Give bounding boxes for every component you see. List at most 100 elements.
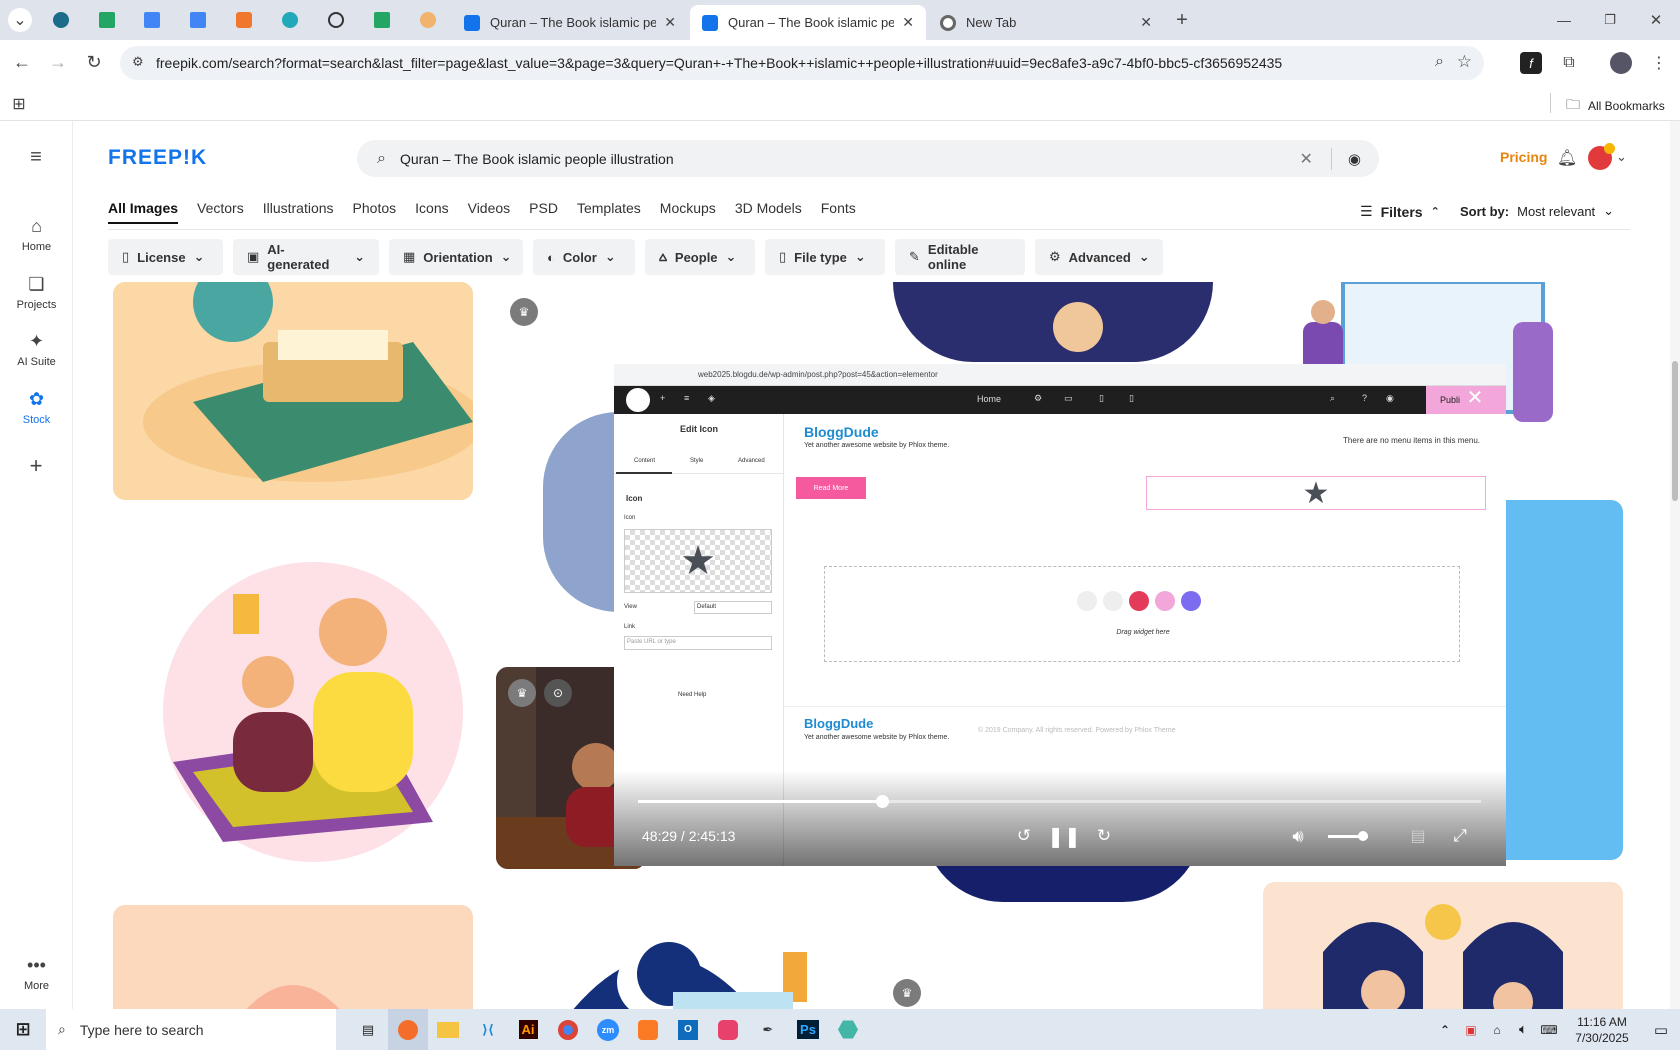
sidebar-item-ai-suite[interactable]: ✦ AI Suite	[0, 331, 73, 368]
close-tab-icon[interactable]: ✕	[664, 14, 676, 31]
pinned-tab-docs[interactable]	[140, 8, 164, 32]
tab-new-tab[interactable]: New Tab ✕	[928, 5, 1164, 40]
taskbar-search[interactable]: ⌕ Type here to search	[46, 1009, 336, 1050]
all-bookmarks[interactable]: 🗀 All Bookmarks	[1566, 94, 1665, 118]
tab-icons[interactable]: Icons	[415, 200, 448, 224]
pricing-link[interactable]: Pricing	[1500, 149, 1547, 165]
pinned-tab-xampp[interactable]	[232, 8, 256, 32]
chip-editable-online[interactable]: ✎ Editable online	[895, 239, 1025, 275]
chip-file-type[interactable]: ▯ File type ⌄	[765, 239, 885, 275]
apps-grid-icon[interactable]: ⊞	[8, 93, 30, 115]
sort-dropdown[interactable]: Sort by: Most relevant ⌄	[1460, 203, 1614, 219]
tab-videos[interactable]: Videos	[468, 200, 511, 224]
restore-icon[interactable]: ❐	[1598, 8, 1622, 32]
search-input[interactable]: Quran – The Book islamic people illustra…	[400, 151, 1300, 167]
page-scrollbar[interactable]	[1670, 121, 1680, 1009]
extension-font-icon[interactable]: f	[1520, 52, 1542, 74]
account-chevron-icon[interactable]: ⌄	[1616, 149, 1627, 165]
close-tab-icon[interactable]: ✕	[1140, 14, 1152, 31]
tab-quran-1[interactable]: Quran – The Book islamic people ✕	[452, 5, 688, 40]
xampp-icon[interactable]	[628, 1009, 668, 1050]
keyboard-icon[interactable]: ⌨	[1536, 1009, 1562, 1050]
notifications-icon[interactable]: ▭	[1642, 1009, 1680, 1050]
tab-search-chevron-icon[interactable]: ⌄	[8, 8, 32, 32]
tab-3d-models[interactable]: 3D Models	[735, 200, 802, 224]
taskbar-clock[interactable]: 11:16 AM 7/30/2025	[1562, 1014, 1642, 1046]
pinned-tab-islamic[interactable]	[416, 8, 440, 32]
freepik-logo[interactable]: FREEP!K	[108, 146, 207, 170]
user-avatar[interactable]	[1588, 143, 1615, 170]
sidebar-item-projects[interactable]: ❏ Projects	[0, 274, 73, 311]
tab-templates[interactable]: Templates	[577, 200, 641, 224]
chip-orientation[interactable]: ▦ Orientation ⌄	[389, 239, 523, 275]
zoom-icon[interactable]: ⌕	[1435, 53, 1444, 71]
speaker-icon[interactable]: 🔈︎	[1510, 1009, 1536, 1050]
bookmark-star-icon[interactable]: ☆	[1457, 52, 1472, 72]
chrome-icon[interactable]	[548, 1009, 588, 1050]
sidebar-item-home[interactable]: ⌂ Home	[0, 216, 73, 253]
app-hexagon-icon[interactable]	[828, 1009, 868, 1050]
reload-icon[interactable]: ↻	[82, 50, 106, 74]
tab-fonts[interactable]: Fonts	[821, 200, 856, 224]
captions-icon[interactable]: ▤	[1404, 822, 1432, 850]
tab-quran-2-active[interactable]: Quran – The Book islamic people ✕	[690, 5, 926, 40]
tray-app-icon[interactable]: ▣	[1458, 1009, 1484, 1050]
pen-tool-icon[interactable]: ✒	[748, 1009, 788, 1050]
volume-icon[interactable]: 🔊︎	[1284, 822, 1312, 850]
outlook-icon[interactable]: O	[668, 1009, 708, 1050]
chip-advanced[interactable]: ⚙ Advanced ⌄	[1035, 239, 1163, 275]
result-card-moon-lantern[interactable]	[543, 902, 903, 1009]
camera-search-icon[interactable]: ◉	[1348, 150, 1361, 168]
video-scrubber-handle[interactable]	[876, 795, 890, 808]
network-icon[interactable]: ⌂	[1484, 1009, 1510, 1050]
result-card-arch-1[interactable]	[113, 905, 473, 1009]
sidebar-item-more[interactable]: ••• More	[0, 955, 73, 992]
profile-avatar[interactable]	[1610, 52, 1632, 74]
pinned-tab-wordpress[interactable]	[49, 8, 73, 32]
illustrator-icon[interactable]: Ai	[508, 1009, 548, 1050]
new-tab-icon[interactable]: +	[1170, 8, 1194, 32]
close-video-icon[interactable]: ✕	[1462, 384, 1488, 410]
tab-photos[interactable]: Photos	[353, 200, 397, 224]
pinned-tab-docs-2[interactable]	[186, 8, 210, 32]
chip-ai-generated[interactable]: ▣ AI-generated ⌄	[233, 239, 379, 275]
tab-psd[interactable]: PSD	[529, 200, 558, 224]
fullscreen-icon[interactable]: ⤢	[1446, 822, 1474, 850]
hamburger-menu-icon[interactable]: ≡	[24, 145, 48, 169]
close-tab-icon[interactable]: ✕	[902, 14, 914, 31]
back-icon[interactable]: ←	[10, 50, 34, 74]
pause-icon[interactable]: ❚❚	[1047, 822, 1081, 850]
notification-bell-icon[interactable]: 🔔︎	[1556, 147, 1578, 169]
zoom-icon[interactable]: zm	[588, 1009, 628, 1050]
firefox-icon[interactable]	[388, 1009, 428, 1050]
photoshop-icon[interactable]: Ps	[788, 1009, 828, 1050]
result-card-family-praying[interactable]	[113, 522, 473, 882]
forward-10-icon[interactable]: ↻	[1090, 822, 1118, 850]
address-bar[interactable]: ⚙ freepik.com/search?format=search&last_…	[120, 46, 1484, 80]
result-card-boys-arch[interactable]	[1263, 882, 1623, 1009]
chip-color[interactable]: ◐ Color ⌄	[533, 239, 635, 275]
chip-people[interactable]: ⩟ People ⌄	[645, 239, 755, 275]
site-settings-icon[interactable]: ⚙	[132, 54, 144, 70]
pinned-tab-app[interactable]	[278, 8, 302, 32]
browser-menu-icon[interactable]: ⋮	[1648, 52, 1670, 74]
close-window-icon[interactable]: ✕	[1644, 8, 1668, 32]
tab-vectors[interactable]: Vectors	[197, 200, 244, 224]
result-card-quran-reading[interactable]	[113, 282, 473, 500]
tab-all-images[interactable]: All Images	[108, 200, 179, 224]
filters-toggle[interactable]: ☰ Filters ⌃	[1360, 203, 1440, 220]
minimize-icon[interactable]: —	[1552, 8, 1576, 32]
task-view-icon[interactable]: ▤	[348, 1009, 388, 1050]
clear-search-icon[interactable]: ✕	[1300, 149, 1313, 169]
video-progress-track[interactable]	[638, 795, 1481, 808]
result-card-mosque-night[interactable]	[893, 282, 1213, 362]
windows-start-icon[interactable]: ⊞	[0, 1009, 46, 1050]
volume-slider[interactable]	[1328, 831, 1368, 841]
pinned-tab-sheets-2[interactable]	[370, 8, 394, 32]
volume-handle[interactable]	[1358, 831, 1368, 841]
tray-chevron-icon[interactable]: ⌃	[1432, 1009, 1458, 1050]
forward-icon[interactable]: →	[46, 50, 70, 74]
pinned-tab-sheets[interactable]	[95, 8, 119, 32]
tab-mockups[interactable]: Mockups	[660, 200, 716, 224]
rewind-10-icon[interactable]: ↺	[1010, 822, 1038, 850]
